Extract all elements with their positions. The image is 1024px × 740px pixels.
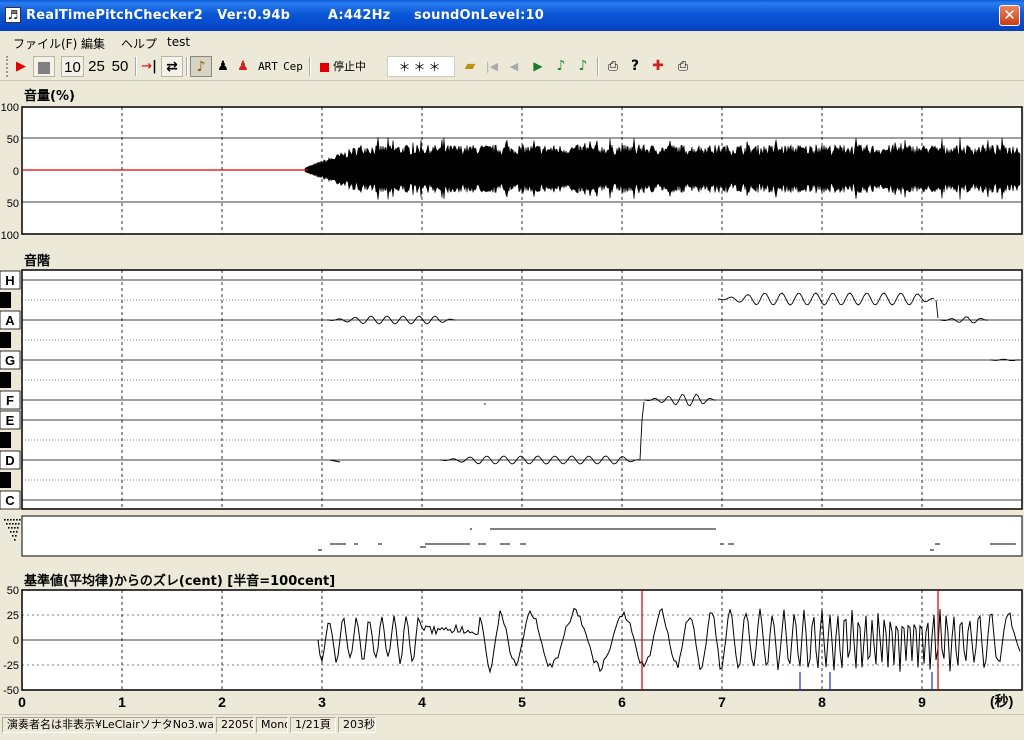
strip-dot xyxy=(13,531,15,533)
strip-dot xyxy=(8,527,10,529)
strip-dot xyxy=(16,519,18,521)
volume-tick-label: 100 xyxy=(1,230,19,242)
note-label: E xyxy=(6,413,15,428)
time-tick-label: 7 xyxy=(718,694,726,710)
time-tick-label: 8 xyxy=(818,694,826,710)
note-label: C xyxy=(5,493,15,508)
deviation-y-axis: 50 25 0 -25 -50 xyxy=(3,585,19,697)
strip-dot xyxy=(15,535,17,537)
time-tick-label: 9 xyxy=(918,694,926,710)
strip-dot xyxy=(6,523,8,525)
window-bottom xyxy=(0,734,1024,740)
note-label: F xyxy=(6,393,14,408)
time-tick-label: 2 xyxy=(218,694,226,710)
strip-dot xyxy=(15,523,17,525)
strip-dot xyxy=(14,527,16,529)
strip-dot xyxy=(16,531,18,533)
strip-dot xyxy=(13,519,15,521)
strip-dot xyxy=(9,523,11,525)
time-unit-label: (秒) xyxy=(990,693,1013,709)
note-label: A xyxy=(5,313,15,328)
piano-keyboard: H A G FE D C xyxy=(0,270,21,510)
time-axis: 0 1 2 3 4 5 6 7 8 9 xyxy=(18,694,926,710)
deviation-tick-label: 50 xyxy=(7,585,19,597)
deviation-tick-label: -25 xyxy=(3,660,19,672)
time-tick-label: 0 xyxy=(18,694,26,710)
strip-dot xyxy=(10,531,12,533)
volume-tick-label: 50 xyxy=(7,198,19,210)
strip-dot xyxy=(12,535,14,537)
status-bar: 演奏者名は非表示¥LeClairソナタNo3.wav 22050 Mono 1/… xyxy=(0,714,1024,735)
black-key xyxy=(0,292,11,308)
strip-dot xyxy=(18,523,20,525)
status-page: 1/21頁 xyxy=(290,717,336,733)
volume-tick-label: 0 xyxy=(13,166,19,178)
black-key xyxy=(0,372,11,388)
strip-dot xyxy=(11,527,13,529)
black-key xyxy=(0,332,11,348)
strip-dot xyxy=(17,527,19,529)
time-tick-label: 3 xyxy=(318,694,326,710)
note-label: H xyxy=(5,273,14,288)
black-key xyxy=(0,432,11,448)
time-tick-label: 5 xyxy=(518,694,526,710)
strip-dot xyxy=(4,519,6,521)
strip-dot xyxy=(7,519,9,521)
note-label: G xyxy=(5,353,15,368)
graph-area: 100 50 0 50 100 H A G FE D C 50 25 0 -25 -50 0 1 2 3 4 5 6 7… xyxy=(0,102,1023,710)
status-channels: Mono xyxy=(256,717,288,733)
volume-y-axis: 100 50 0 50 100 xyxy=(1,102,19,242)
deviation-tick-label: 25 xyxy=(7,610,19,622)
strip-dot xyxy=(10,519,12,521)
deviation-tick-label: 0 xyxy=(13,635,19,647)
strip-dot xyxy=(19,519,21,521)
volume-tick-label: 50 xyxy=(7,134,19,146)
time-tick-label: 6 xyxy=(618,694,626,710)
status-file: 演奏者名は非表示¥LeClairソナタNo3.wav xyxy=(2,717,214,733)
deviation-tick-label: -50 xyxy=(3,685,19,697)
scale-panel[interactable] xyxy=(21,269,1023,510)
time-tick-label: 4 xyxy=(418,694,426,710)
status-rate: 22050 xyxy=(216,717,254,733)
note-label: D xyxy=(5,453,14,468)
status-duration: 203秒 xyxy=(338,717,376,733)
segment-strip xyxy=(21,515,1023,557)
strip-dot xyxy=(14,539,16,541)
black-key xyxy=(0,472,11,488)
strip-dot xyxy=(12,523,14,525)
volume-tick-label: 100 xyxy=(1,102,19,114)
time-tick-label: 1 xyxy=(118,694,126,710)
